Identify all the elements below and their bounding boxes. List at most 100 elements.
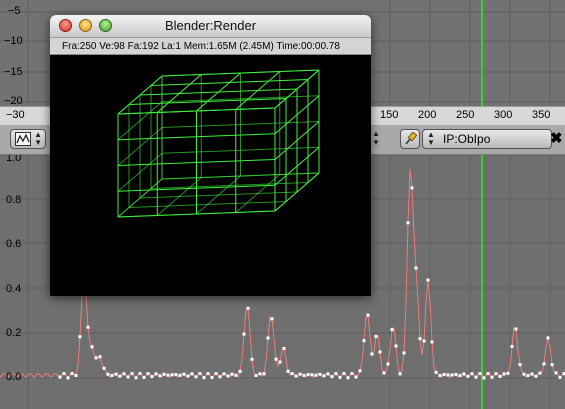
ipo-keyframe-point[interactable] <box>502 372 506 376</box>
pin-button[interactable] <box>400 129 420 149</box>
ipo-keyframe-point[interactable] <box>66 376 70 380</box>
ipo-keyframe-point[interactable] <box>334 372 338 376</box>
ipo-keyframe-point[interactable] <box>162 372 166 376</box>
ipo-keyframe-point[interactable] <box>294 374 298 378</box>
ipo-keyframe-point[interactable] <box>158 374 162 378</box>
ipo-keyframe-point[interactable] <box>286 369 290 373</box>
ipo-keyframe-point[interactable] <box>226 374 230 378</box>
ipo-keyframe-point[interactable] <box>290 372 294 376</box>
ipo-keyframe-point[interactable] <box>182 372 186 376</box>
ipo-keyframe-point[interactable] <box>406 221 410 225</box>
ipo-keyframe-point[interactable] <box>558 375 562 379</box>
ipo-keyframe-point[interactable] <box>78 335 82 339</box>
ipo-keyframe-point[interactable] <box>362 339 366 343</box>
ipo-keyframe-point[interactable] <box>522 372 526 376</box>
editor-type-button[interactable]: ▲ ▼ <box>10 129 46 149</box>
ipo-keyframe-point[interactable] <box>214 372 218 376</box>
ipo-keyframe-point[interactable] <box>426 278 430 282</box>
ipo-keyframe-point[interactable] <box>110 373 114 377</box>
ipo-keyframe-point[interactable] <box>478 372 482 376</box>
ipo-keyframe-point[interactable] <box>206 372 210 376</box>
ipo-keyframe-point[interactable] <box>70 372 74 376</box>
ipo-keyframe-point[interactable] <box>402 351 406 355</box>
ipo-keyframe-point[interactable] <box>118 374 122 378</box>
ipo-keyframe-point[interactable] <box>86 325 90 329</box>
ipo-keyframe-point[interactable] <box>410 186 414 190</box>
ipo-keyframe-point[interactable] <box>346 376 350 380</box>
ipo-keyframe-point[interactable] <box>358 369 362 373</box>
ipo-keyframe-point[interactable] <box>526 374 530 378</box>
ipo-keyframe-point[interactable] <box>374 334 378 338</box>
ipo-keyframe-point[interactable] <box>366 313 370 317</box>
ipo-keyframe-point[interactable] <box>298 372 302 376</box>
ipo-keyframe-point[interactable] <box>322 374 326 378</box>
ipo-keyframe-point[interactable] <box>438 374 442 378</box>
ipo-keyframe-point[interactable] <box>534 374 538 378</box>
ipo-keyframe-point[interactable] <box>242 332 246 336</box>
ipo-keyframe-point[interactable] <box>338 375 342 379</box>
ipo-keyframe-point[interactable] <box>454 372 458 376</box>
ipo-keyframe-point[interactable] <box>386 362 390 366</box>
ipo-keyframe-point[interactable] <box>150 375 154 379</box>
ipo-keyframe-point[interactable] <box>278 360 282 364</box>
ipo-keyframe-point[interactable] <box>186 374 190 378</box>
ipo-keyframe-point[interactable] <box>194 375 198 379</box>
ipo-keyframe-point[interactable] <box>258 372 262 376</box>
ipo-keyframe-point[interactable] <box>542 362 546 366</box>
ipo-keyframe-point[interactable] <box>210 376 214 380</box>
ipo-keyframe-point[interactable] <box>246 306 250 310</box>
ipo-keyframe-point[interactable] <box>442 372 446 376</box>
ipo-keyframe-point[interactable] <box>546 336 550 340</box>
ipo-keyframe-point[interactable] <box>74 373 78 377</box>
ipo-keyframe-point[interactable] <box>302 373 306 377</box>
ipo-keyframe-point[interactable] <box>114 372 118 376</box>
ipo-keyframe-point[interactable] <box>178 373 182 377</box>
ipo-keyframe-point[interactable] <box>250 357 254 361</box>
ipo-block-selector[interactable]: ▲ ▼ IP:ObIpo <box>422 129 552 149</box>
ipo-keyframe-point[interactable] <box>142 375 146 379</box>
ipo-keyframe-point[interactable] <box>370 352 374 356</box>
ipo-keyframe-point[interactable] <box>554 371 558 375</box>
ipo-keyframe-point[interactable] <box>518 363 522 367</box>
ipo-keyframe-point[interactable] <box>218 375 222 379</box>
ipo-keyframe-point[interactable] <box>318 372 322 376</box>
ipo-keyframe-point[interactable] <box>434 370 438 374</box>
ipo-keyframe-point[interactable] <box>282 346 286 350</box>
ipo-keyframe-point[interactable] <box>174 373 178 377</box>
ipo-keyframe-point[interactable] <box>482 376 486 380</box>
window-titlebar[interactable]: Blender:Render <box>50 15 371 38</box>
ipo-keyframe-point[interactable] <box>126 375 130 379</box>
ipo-keyframe-point[interactable] <box>506 371 510 375</box>
ipo-keyframe-point[interactable] <box>422 339 426 343</box>
ipo-keyframe-point[interactable] <box>138 372 142 376</box>
ipo-keyframe-point[interactable] <box>190 372 194 376</box>
ipo-keyframe-point[interactable] <box>538 371 542 375</box>
ipo-keyframe-point[interactable] <box>62 372 66 376</box>
ipo-keyframe-point[interactable] <box>390 328 394 332</box>
ipo-keyframe-point[interactable] <box>202 376 206 380</box>
ipo-keyframe-point[interactable] <box>262 372 266 376</box>
ipo-keyframe-point[interactable] <box>90 345 94 349</box>
ipo-keyframe-point[interactable] <box>254 374 258 378</box>
ipo-keyframe-point[interactable] <box>170 373 174 377</box>
ipo-keyframe-point[interactable] <box>510 344 514 348</box>
ipo-keyframe-point[interactable] <box>102 366 106 370</box>
ipo-keyframe-point[interactable] <box>106 372 110 376</box>
ipo-keyframe-point[interactable] <box>326 372 330 376</box>
ipo-keyframe-point[interactable] <box>398 372 402 376</box>
ipo-keyframe-point[interactable] <box>446 373 450 377</box>
ipo-keyframe-point[interactable] <box>466 374 470 378</box>
ipo-keyframe-point[interactable] <box>230 372 234 376</box>
ipo-keyframe-point[interactable] <box>486 372 490 376</box>
ipo-keyframe-point[interactable] <box>198 372 202 376</box>
ipo-keyframe-point[interactable] <box>94 356 98 360</box>
ipo-keyframe-point[interactable] <box>462 372 466 376</box>
ipo-keyframe-point[interactable] <box>134 376 138 380</box>
ipo-keyframe-point[interactable] <box>234 373 238 377</box>
ipo-keyframe-point[interactable] <box>430 340 434 344</box>
header-scroll-arrows-icon[interactable]: ▲ ▼ <box>372 129 382 151</box>
ipo-keyframe-point[interactable] <box>354 375 358 379</box>
ipo-keyframe-point[interactable] <box>270 317 274 321</box>
ipo-keyframe-point[interactable] <box>314 373 318 377</box>
ipo-keyframe-point[interactable] <box>130 372 134 376</box>
